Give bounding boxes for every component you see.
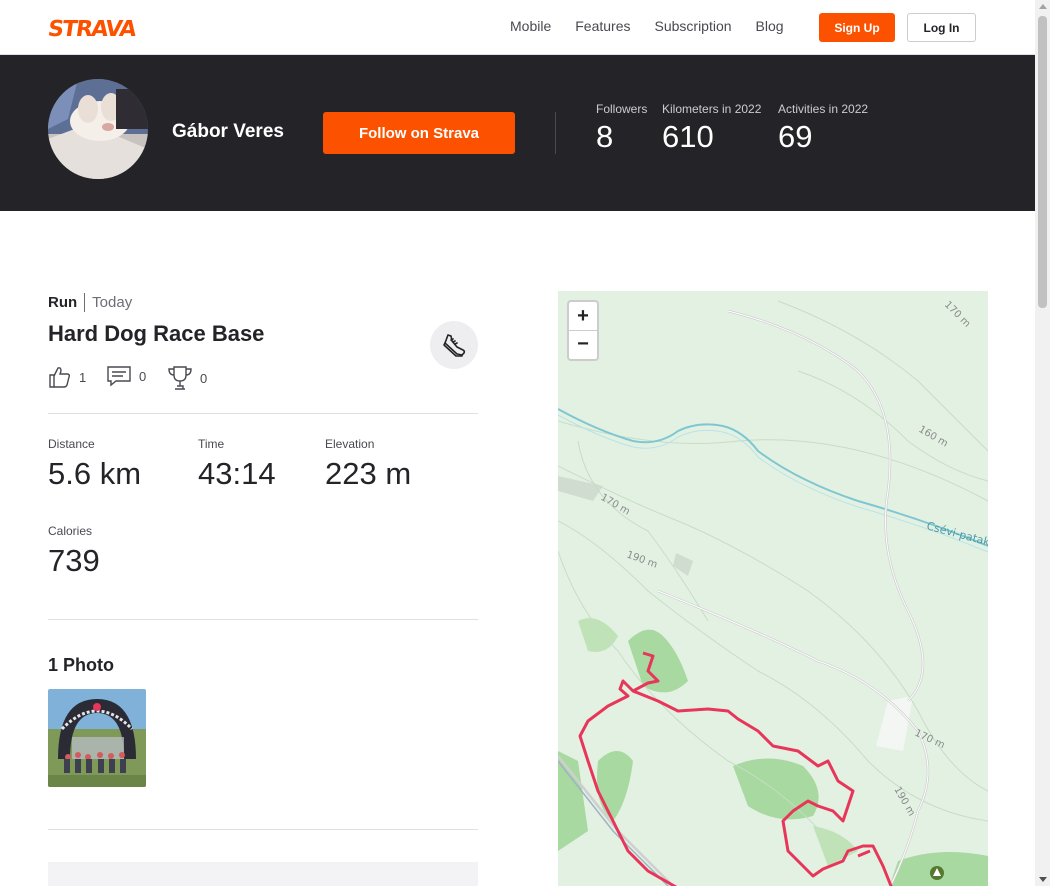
- nav-link-features[interactable]: Features: [575, 18, 630, 34]
- athlete-name[interactable]: Gábor Veres: [172, 121, 284, 143]
- strava-logo[interactable]: STRAVA: [46, 17, 136, 42]
- follow-on-strava-button[interactable]: Follow on Strava: [323, 112, 515, 154]
- metric-calories: Calories 739: [48, 524, 100, 579]
- stat-label: Kilometers in 2022: [662, 102, 762, 116]
- photos-heading: 1 Photo: [48, 655, 114, 675]
- stat-value: 8: [596, 119, 614, 154]
- metric-distance: Distance 5.6 km: [48, 437, 141, 492]
- comments-button[interactable]: 0: [107, 365, 146, 387]
- running-shoe-icon: [430, 321, 478, 369]
- kudos-count: 1: [79, 369, 87, 385]
- avatar-photo: [48, 79, 148, 179]
- achievements-count: 0: [200, 370, 208, 386]
- nav-link-mobile[interactable]: Mobile: [510, 18, 551, 34]
- activity-meta: Run Today: [48, 293, 132, 312]
- divider: [48, 619, 478, 620]
- metric-label: Distance: [48, 437, 95, 451]
- achievements-button[interactable]: 0: [167, 365, 207, 391]
- metric-label: Time: [198, 437, 225, 451]
- meta-separator: [84, 293, 86, 312]
- athlete-avatar[interactable]: [48, 79, 148, 179]
- metric-value: 223 m: [325, 456, 412, 491]
- log-in-button[interactable]: Log In: [907, 13, 976, 42]
- divider: [48, 829, 478, 830]
- divider: [48, 413, 478, 414]
- metric-label: Calories: [48, 524, 93, 538]
- thumbs-up-icon: [49, 367, 71, 388]
- scroll-down-arrow-icon[interactable]: [1039, 877, 1047, 882]
- contour-label: 160 m: [917, 424, 950, 450]
- stat-activities: Activities in 2022 69: [778, 102, 868, 155]
- contour-label: 190 m: [891, 785, 917, 818]
- activity-card-footer: [48, 862, 478, 886]
- metric-value: 739: [48, 543, 100, 578]
- metric-label: Elevation: [325, 437, 375, 451]
- map-canvas: 170 m 160 m 170 m 190 m 170 m 190 m Csév…: [558, 299, 988, 886]
- contour-label: 190 m: [625, 549, 659, 570]
- sign-up-button[interactable]: Sign Up: [819, 13, 895, 42]
- metric-elevation: Elevation 223 m: [325, 437, 411, 492]
- nav-link-blog[interactable]: Blog: [756, 18, 784, 34]
- stat-value: 69: [778, 119, 813, 154]
- nav-links: Mobile Features Subscription Blog: [510, 18, 808, 34]
- activity-type: Run: [48, 294, 78, 311]
- nav-link-subscription[interactable]: Subscription: [655, 18, 732, 34]
- metric-value: 5.6 km: [48, 456, 142, 491]
- zoom-out-button[interactable]: −: [569, 330, 597, 358]
- photo-image: [48, 689, 146, 787]
- header-divider: [555, 112, 556, 154]
- metric-value: 43:14: [198, 456, 276, 491]
- comment-icon: [107, 366, 131, 387]
- stat-label: Activities in 2022: [778, 102, 869, 116]
- activity-photo[interactable]: [48, 689, 146, 787]
- zoom-in-button[interactable]: +: [569, 302, 597, 330]
- contour-label: 170 m: [599, 492, 632, 518]
- stat-followers: Followers 8: [596, 102, 647, 155]
- scroll-up-arrow-icon[interactable]: [1039, 4, 1047, 9]
- trophy-icon: [168, 366, 192, 390]
- zoom-control: + −: [567, 300, 599, 361]
- activity-date: Today: [92, 294, 133, 311]
- stat-kilometers: Kilometers in 2022 610: [662, 102, 761, 155]
- stream-label: Csévi-patak: [925, 519, 988, 549]
- comments-count: 0: [139, 368, 147, 384]
- stat-value: 610: [662, 119, 714, 154]
- contour-label: 170 m: [942, 299, 972, 329]
- stat-label: Followers: [596, 102, 648, 116]
- metric-time: Time 43:14: [198, 437, 276, 492]
- page-scrollbar[interactable]: [1035, 0, 1050, 886]
- athlete-header: Gábor Veres Follow on Strava Followers 8…: [0, 55, 1035, 211]
- scrollbar-thumb[interactable]: [1038, 16, 1047, 308]
- top-navigation: STRAVA Mobile Features Subscription Blog…: [0, 0, 1035, 55]
- activity-title: Hard Dog Race Base: [48, 321, 265, 346]
- route-map[interactable]: 170 m 160 m 170 m 190 m 170 m 190 m Csév…: [558, 291, 988, 886]
- kudos-button[interactable]: 1: [48, 365, 86, 389]
